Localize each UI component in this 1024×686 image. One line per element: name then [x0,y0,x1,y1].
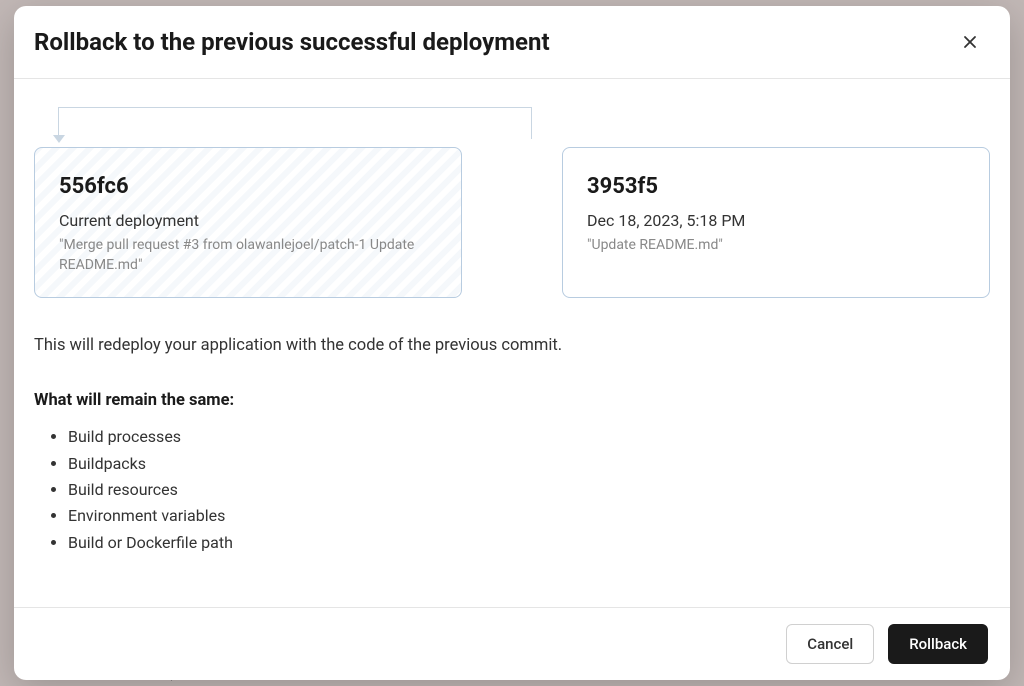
rollback-modal: Rollback to the previous successful depl… [14,6,1010,680]
deployment-cards: 556fc6 Current deployment "Merge pull re… [34,147,990,298]
current-hash: 556fc6 [59,174,437,199]
current-deployment-card: 556fc6 Current deployment "Merge pull re… [34,147,462,298]
target-commit-message: "Update README.md" [587,236,965,256]
list-item: Build processes [68,424,990,450]
rollback-description: This will redeploy your application with… [34,336,990,355]
modal-footer: Cancel Rollback [14,607,1010,680]
remain-title: What will remain the same: [34,391,990,410]
list-item: Build or Dockerfile path [68,530,990,556]
list-item: Buildpacks [68,451,990,477]
remain-list: Build processes Buildpacks Build resourc… [34,424,990,556]
cancel-button[interactable]: Cancel [786,624,874,664]
rollback-arrow [50,107,532,147]
list-item: Environment variables [68,503,990,529]
close-button[interactable] [956,28,984,56]
close-icon [962,34,978,50]
target-timestamp: Dec 18, 2023, 5:18 PM [587,211,965,230]
rollback-button[interactable]: Rollback [888,624,988,664]
target-hash: 3953f5 [587,174,965,199]
modal-header: Rollback to the previous successful depl… [14,6,1010,79]
current-subtitle: Current deployment [59,211,437,230]
modal-title: Rollback to the previous successful depl… [34,28,550,56]
target-deployment-card: 3953f5 Dec 18, 2023, 5:18 PM "Update REA… [562,147,990,298]
modal-body: 556fc6 Current deployment "Merge pull re… [14,79,1010,607]
arrow-down-icon [53,135,65,143]
list-item: Build resources [68,477,990,503]
current-commit-message: "Merge pull request #3 from olawanlejoel… [59,236,437,275]
